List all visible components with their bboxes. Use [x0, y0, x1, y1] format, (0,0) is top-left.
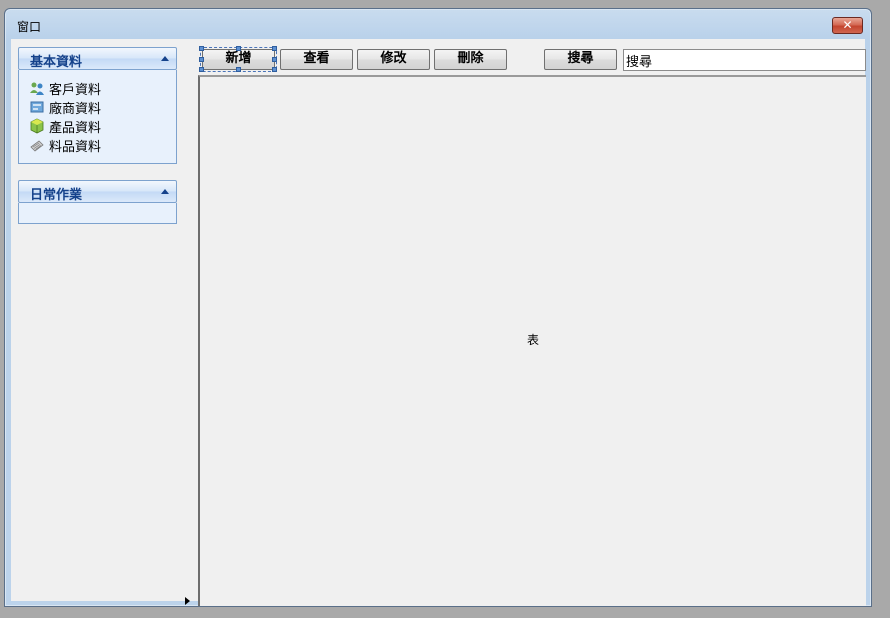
- resize-handle[interactable]: [199, 67, 204, 72]
- nav-item-vendors[interactable]: 廠商資料: [29, 97, 176, 117]
- nav-panel: 基本資料 客戶資料 廠商資料 產品資料 料品資料 日常作業: [11, 39, 191, 605]
- data-table[interactable]: 表: [198, 75, 866, 606]
- app-window: 窗口 ✕ 基本資料 客戶資料 廠商資料 產品資料 料品資料 日常作業 新增 查看…: [4, 8, 872, 607]
- nav-group-body-daily: [18, 203, 177, 224]
- users-icon: [30, 82, 44, 95]
- close-button[interactable]: ✕: [832, 17, 863, 34]
- nav-item-customers[interactable]: 客戶資料: [29, 78, 176, 98]
- resize-handle[interactable]: [236, 67, 241, 72]
- resize-handle[interactable]: [236, 46, 241, 51]
- client-area: 基本資料 客戶資料 廠商資料 產品資料 料品資料 日常作業 新增 查看 修改 刪…: [11, 39, 866, 606]
- nav-group-title: 基本資料: [30, 55, 83, 70]
- nav-group-header-daily[interactable]: 日常作業: [18, 180, 177, 203]
- nav-item-label: 廠商資料: [49, 102, 102, 117]
- nav-group-header-basic[interactable]: 基本資料: [18, 47, 177, 70]
- resize-handle[interactable]: [199, 57, 204, 62]
- nav-item-label: 料品資料: [49, 140, 102, 155]
- search-button[interactable]: 搜尋: [544, 49, 617, 70]
- product-box-icon: [30, 118, 44, 134]
- window-title: 窗口: [17, 20, 42, 34]
- nav-group-daily: 日常作業: [18, 180, 177, 224]
- collapse-arrow-icon[interactable]: [161, 56, 169, 61]
- close-icon: ✕: [842, 18, 853, 32]
- nav-group-title: 日常作業: [30, 188, 83, 203]
- vendor-icon: [30, 101, 44, 113]
- nav-item-label: 客戶資料: [49, 83, 102, 98]
- nav-group-body-basic: 客戶資料 廠商資料 產品資料 料品資料: [18, 70, 177, 164]
- nav-item-materials[interactable]: 料品資料: [29, 135, 176, 155]
- resize-handle[interactable]: [199, 46, 204, 51]
- view-button[interactable]: 查看: [280, 49, 353, 70]
- title-bar[interactable]: 窗口 ✕: [5, 9, 871, 39]
- collapse-arrow-icon[interactable]: [161, 189, 169, 194]
- search-input[interactable]: [623, 49, 866, 71]
- nav-group-basic: 基本資料 客戶資料 廠商資料 產品資料 料品資料: [18, 47, 177, 164]
- delete-button[interactable]: 刪除: [434, 49, 507, 70]
- resize-handle[interactable]: [272, 46, 277, 51]
- resize-handle[interactable]: [272, 57, 277, 62]
- edit-button[interactable]: 修改: [357, 49, 430, 70]
- nav-item-products[interactable]: 產品資料: [29, 116, 176, 136]
- resize-handle[interactable]: [272, 67, 277, 72]
- expand-arrow-icon[interactable]: [185, 597, 190, 605]
- table-placeholder-label: 表: [527, 333, 540, 347]
- nav-item-label: 產品資料: [49, 121, 102, 136]
- material-icon: [30, 140, 44, 152]
